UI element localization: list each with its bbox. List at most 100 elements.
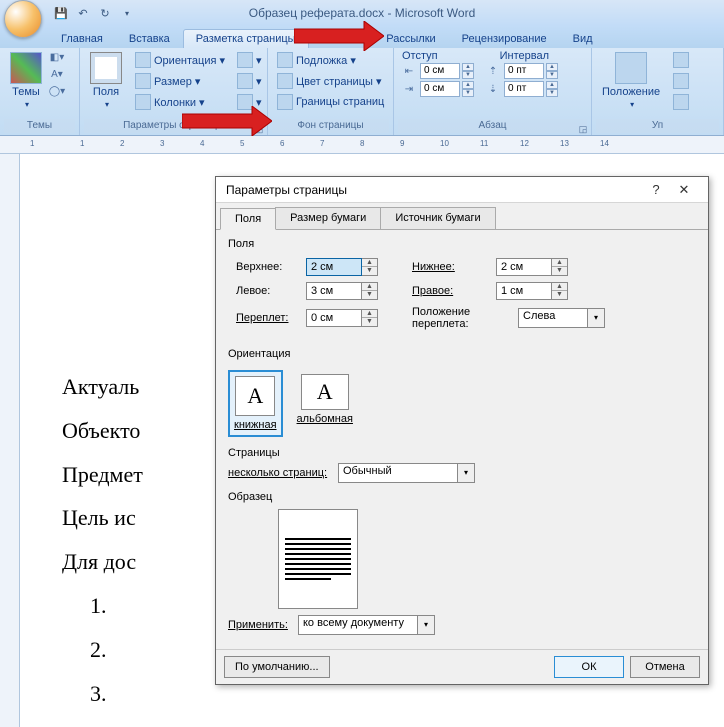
right-margin-label: Правое:: [378, 285, 496, 297]
multi-pages-combo[interactable]: Обычный▾: [338, 463, 475, 483]
space-before-icon: ⇡: [486, 64, 500, 78]
dialog-titlebar[interactable]: Параметры страницы ? ✕: [216, 177, 708, 203]
portrait-label: книжная: [234, 419, 277, 431]
redo-icon[interactable]: ↻: [96, 4, 114, 22]
dialog-help-button[interactable]: ?: [642, 180, 670, 200]
top-margin-label: Верхнее:: [236, 261, 306, 273]
tab-view[interactable]: Вид: [560, 29, 606, 48]
doc-line: Структура Реферат состоит из введения дв…: [62, 716, 724, 727]
arrange-btn2[interactable]: [668, 71, 694, 91]
indent-right-input[interactable]: 0 см: [420, 81, 460, 97]
watermark-icon: [277, 52, 293, 68]
dialog-tabs: Поля Размер бумаги Источник бумаги: [216, 203, 708, 229]
left-margin-label: Левое:: [236, 285, 306, 297]
apply-to-combo[interactable]: ко всему документу▾: [298, 615, 435, 635]
page-color-icon: [277, 73, 293, 89]
page-borders-button[interactable]: Границы страниц: [272, 92, 389, 112]
breaks-button[interactable]: ▾: [232, 50, 267, 70]
default-button[interactable]: По умолчанию...: [224, 656, 330, 678]
gutter-pos-combo[interactable]: Слева▾: [518, 308, 605, 328]
themes-icon: [10, 52, 42, 84]
office-button[interactable]: [4, 0, 42, 38]
size-button[interactable]: Размер ▾: [130, 71, 230, 91]
top-margin-input[interactable]: ▲▼: [306, 258, 378, 276]
position-icon: [615, 52, 647, 84]
annotation-arrow-top: [294, 21, 384, 51]
theme-fonts-icon[interactable]: A▾: [50, 67, 64, 81]
size-icon: [135, 73, 151, 89]
orientation-button[interactable]: Ориентация ▾: [130, 50, 230, 70]
orientation-group-title: Ориентация: [228, 348, 696, 360]
qat-customize-icon[interactable]: ▾: [118, 4, 136, 22]
cancel-button[interactable]: Отмена: [630, 656, 700, 678]
gutter-input[interactable]: ▲▼: [306, 309, 378, 327]
group-page-bg: Подложка ▾ Цвет страницы ▾ Границы стран…: [268, 48, 394, 135]
landscape-label: альбомная: [297, 413, 353, 425]
dialog-tab-paper[interactable]: Размер бумаги: [275, 207, 381, 229]
horizontal-ruler[interactable]: 11234567891011121314: [0, 136, 724, 154]
orientation-landscape[interactable]: A альбомная: [293, 370, 357, 437]
landscape-icon: A: [301, 374, 349, 410]
margins-label: Поля: [93, 86, 119, 98]
line-numbers-icon: [237, 73, 253, 89]
space-after-input[interactable]: 0 пт: [504, 81, 544, 97]
tab-insert[interactable]: Вставка: [116, 29, 183, 48]
indent-left-icon: ⇤: [402, 64, 416, 78]
bottom-margin-input[interactable]: ▲▼: [496, 258, 568, 276]
save-icon[interactable]: 💾: [52, 4, 70, 22]
page-color-button[interactable]: Цвет страницы ▾: [272, 71, 389, 91]
group-label-bg: Фон страницы: [272, 119, 389, 133]
left-margin-input[interactable]: ▲▼: [306, 282, 378, 300]
window-title: Образец реферата.docx - Microsoft Word: [249, 6, 476, 20]
indent-header: Отступ: [402, 50, 438, 62]
group-label-arrange: Уп: [596, 119, 719, 133]
position-label: Положение: [602, 86, 660, 98]
paragraph-launcher[interactable]: ◲: [577, 122, 589, 134]
page-setup-dialog: Параметры страницы ? ✕ Поля Размер бумаг…: [215, 176, 709, 685]
vertical-ruler[interactable]: [0, 154, 20, 727]
tab-mailings[interactable]: Рассылки: [373, 29, 448, 48]
right-margin-input[interactable]: ▲▼: [496, 282, 568, 300]
themes-button[interactable]: Темы ▾: [4, 50, 48, 119]
group-label-themes: Темы: [4, 119, 75, 133]
pages-group: Страницы несколько страниц: Обычный▾: [228, 447, 696, 483]
line-numbers-button[interactable]: ▾: [232, 71, 267, 91]
gutter-pos-label: Положение переплета:: [378, 306, 518, 330]
annotation-arrow-bottom: [182, 106, 272, 136]
columns-icon: [135, 94, 151, 110]
margins-group: Поля Верхнее: ▲▼ Нижнее: ▲▼ Левое: ▲▼ Пр…: [228, 238, 696, 340]
dialog-close-button[interactable]: ✕: [670, 180, 698, 200]
watermark-button[interactable]: Подложка ▾: [272, 50, 389, 70]
ribbon: Темы ▾ ◧▾ A▾ ◯▾ Темы Поля ▾ Ориентация ▾…: [0, 48, 724, 136]
arrange-btn3[interactable]: [668, 92, 694, 112]
dialog-tab-margins[interactable]: Поля: [220, 208, 276, 230]
dialog-tab-source[interactable]: Источник бумаги: [380, 207, 495, 229]
bottom-margin-label: Нижнее:: [378, 261, 496, 273]
page-borders-icon: [277, 94, 293, 110]
space-after-icon: ⇣: [486, 82, 500, 96]
tab-page-layout[interactable]: Разметка страницы: [183, 29, 309, 48]
portrait-icon: A: [235, 376, 275, 416]
dialog-title: Параметры страницы: [226, 183, 347, 197]
gutter-label: Переплет:: [236, 312, 306, 324]
orientation-portrait[interactable]: A книжная: [228, 370, 283, 437]
themes-label: Темы: [12, 86, 40, 98]
theme-colors-icon[interactable]: ◧▾: [50, 50, 64, 64]
margins-icon: [90, 52, 122, 84]
tab-home[interactable]: Главная: [48, 29, 116, 48]
arrange-btn1[interactable]: [668, 50, 694, 70]
tab-review[interactable]: Рецензирование: [449, 29, 560, 48]
group-label-paragraph: Абзац◲: [398, 119, 587, 133]
ok-button[interactable]: ОК: [554, 656, 624, 678]
dialog-body: Поля Верхнее: ▲▼ Нижнее: ▲▼ Левое: ▲▼ Пр…: [216, 229, 708, 649]
indent-left-input[interactable]: 0 см: [420, 63, 460, 79]
sample-group: Образец Применить: ко всему документу▾: [228, 491, 696, 635]
space-before-input[interactable]: 0 пт: [504, 63, 544, 79]
theme-effects-icon[interactable]: ◯▾: [50, 84, 64, 98]
undo-icon[interactable]: ↶: [74, 4, 92, 22]
group-themes: Темы ▾ ◧▾ A▾ ◯▾ Темы: [0, 48, 80, 135]
position-button[interactable]: Положение ▾: [596, 50, 666, 119]
group-paragraph: Отступ Интервал ⇤ 0 см▲▼ ⇡ 0 пт▲▼ ⇥ 0 см…: [394, 48, 592, 135]
margins-group-title: Поля: [228, 238, 696, 250]
margins-button[interactable]: Поля ▾: [84, 50, 128, 119]
